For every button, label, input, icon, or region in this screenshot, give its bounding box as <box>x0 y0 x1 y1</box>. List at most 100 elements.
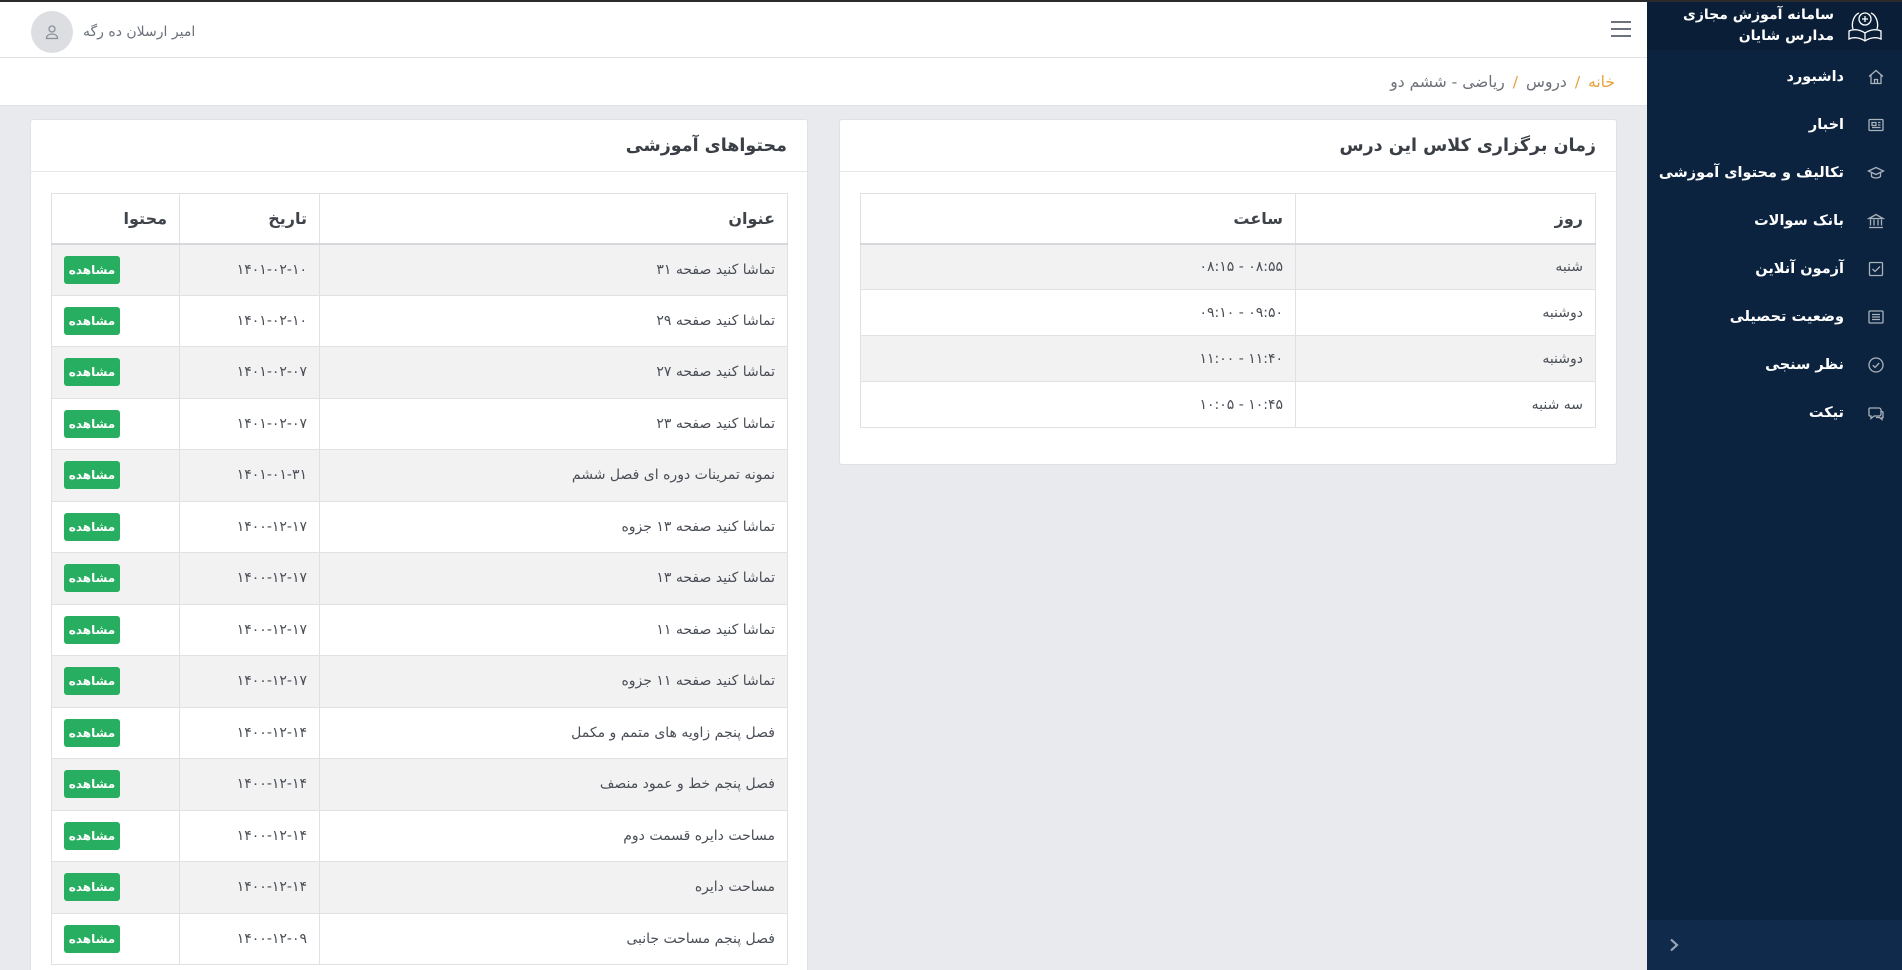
column-header-content: محتوا <box>51 193 180 245</box>
checkbox-icon <box>1866 259 1886 279</box>
breadcrumb-home[interactable]: خانه <box>1588 73 1615 91</box>
content-title-cell: تماشا کنید صفحه ۱۱ <box>319 603 788 656</box>
table-row: دوشنبه ۰۹:۵۰ - ۰۹:۱۰ <box>860 289 1596 336</box>
day-cell: دوشنبه <box>1295 289 1596 336</box>
content-title-cell: مساحت دایره قسمت دوم <box>319 809 788 862</box>
content-action-cell: مشاهده <box>51 861 180 914</box>
content-title-cell: تماشا کنید صفحه ۲۳ <box>319 397 788 450</box>
table-row: تماشا کنید صفحه ۱۱ جزوه ۱۴۰۰-۱۲-۱۷ مشاهده <box>51 655 788 708</box>
content-action-cell: مشاهده <box>51 500 180 553</box>
table-row: فصل پنجم زاویه های متمم و مکمل ۱۴۰۰-۱۲-۱۴… <box>51 706 788 759</box>
content-date-cell: ۱۴۰۰-۱۲-۱۴ <box>179 758 320 811</box>
chevron-right-icon[interactable] <box>1667 937 1681 953</box>
breadcrumb-current: ریاضی - ششم دو <box>1390 72 1505 91</box>
sidebar-item-academic-status[interactable]: وضعیت تحصیلی <box>1647 293 1902 341</box>
view-button[interactable]: مشاهده <box>64 821 120 850</box>
table-row: تماشا کنید صفحه ۲۳ ۱۴۰۱-۰۲-۰۷ مشاهده <box>51 397 788 450</box>
sidebar-menu: داشبورد اخبار تکالیف و محتوای آموزشی بان… <box>1647 50 1902 437</box>
sidebar-item-news[interactable]: اخبار <box>1647 101 1902 149</box>
view-button[interactable]: مشاهده <box>64 512 120 541</box>
content-action-cell: مشاهده <box>51 809 180 862</box>
table-row: سه شنبه ۱۰:۴۵ - ۱۰:۰۵ <box>860 381 1596 428</box>
sidebar-item-online-exam[interactable]: آزمون آنلاین <box>1647 245 1902 293</box>
view-button[interactable]: مشاهده <box>64 615 120 644</box>
table-row: مساحت دایره قسمت دوم ۱۴۰۰-۱۲-۱۴ مشاهده <box>51 809 788 862</box>
view-button[interactable]: مشاهده <box>64 873 120 902</box>
sidebar-item-ticket[interactable]: تیکت <box>1647 389 1902 437</box>
graduation-cap-icon <box>1866 163 1886 183</box>
content-action-cell: مشاهده <box>51 294 180 347</box>
content-date-cell: ۱۴۰۰-۱۲-۱۴ <box>179 809 320 862</box>
user-menu[interactable]: امیر ارسلان ده رگه <box>31 11 195 53</box>
content-date-cell: ۱۴۰۱-۰۲-۱۰ <box>179 243 320 296</box>
content-action-cell: مشاهده <box>51 243 180 296</box>
content-title-cell: تماشا کنید صفحه ۲۷ <box>319 346 788 399</box>
view-button[interactable]: مشاهده <box>64 358 120 387</box>
breadcrumb-courses[interactable]: دروس <box>1526 73 1567 91</box>
content-action-cell: مشاهده <box>51 912 180 965</box>
breadcrumb-separator: / <box>1512 72 1519 91</box>
sidebar-item-label: بانک سوالات <box>1754 213 1844 229</box>
view-button[interactable]: مشاهده <box>64 667 120 696</box>
content-date-cell: ۱۴۰۰-۱۲-۱۷ <box>179 603 320 656</box>
content-date-cell: ۱۴۰۰-۱۲-۱۷ <box>179 655 320 708</box>
time-cell: ۰۹:۵۰ - ۰۹:۱۰ <box>860 289 1296 336</box>
card-title: محتواهای آموزشی <box>31 120 807 172</box>
content-action-cell: مشاهده <box>51 397 180 450</box>
content-date-cell: ۱۴۰۰-۱۲-۱۴ <box>179 706 320 759</box>
bank-icon <box>1866 211 1886 231</box>
sidebar: سامانه آموزش مجازی مدارس شایان داشبورد ا… <box>1647 0 1902 970</box>
sidebar-item-label: اخبار <box>1808 117 1844 133</box>
view-button[interactable]: مشاهده <box>64 564 120 593</box>
sidebar-item-question-bank[interactable]: بانک سوالات <box>1647 197 1902 245</box>
content-action-cell: مشاهده <box>51 346 180 399</box>
content-action-cell: مشاهده <box>51 552 180 605</box>
avatar[interactable] <box>31 11 73 53</box>
brand-title-line1: سامانه آموزش مجازی <box>1683 7 1834 23</box>
table-row: تماشا کنید صفحه ۳۱ ۱۴۰۱-۰۲-۱۰ مشاهده <box>51 243 788 296</box>
top-bar: امیر ارسلان ده رگه <box>0 0 1647 58</box>
content-action-cell: مشاهده <box>51 449 180 502</box>
content-action-cell: مشاهده <box>51 655 180 708</box>
brand[interactable]: سامانه آموزش مجازی مدارس شایان <box>1647 0 1902 50</box>
table-row: تماشا کنید صفحه ۲۹ ۱۴۰۱-۰۲-۱۰ مشاهده <box>51 294 788 347</box>
home-icon <box>1866 67 1886 87</box>
card-title: زمان برگزاری کلاس این درس <box>840 120 1616 172</box>
username[interactable]: امیر ارسلان ده رگه <box>83 24 195 40</box>
view-button[interactable]: مشاهده <box>64 461 120 490</box>
table-row: تماشا کنید صفحه ۱۳ ۱۴۰۰-۱۲-۱۷ مشاهده <box>51 552 788 605</box>
breadcrumb-separator: / <box>1574 72 1581 91</box>
view-button[interactable]: مشاهده <box>64 306 120 335</box>
content-title-cell: تماشا کنید صفحه ۲۹ <box>319 294 788 347</box>
chat-icon <box>1866 403 1886 423</box>
view-button[interactable]: مشاهده <box>64 409 120 438</box>
content-title-cell: نمونه تمرینات دوره ای فصل ششم <box>319 449 788 502</box>
menu-toggle-icon[interactable] <box>1611 21 1631 37</box>
table-row: مساحت دایره ۱۴۰۰-۱۲-۱۴ مشاهده <box>51 861 788 914</box>
sidebar-item-assignments[interactable]: تکالیف و محتوای آموزشی <box>1647 149 1902 197</box>
content-action-cell: مشاهده <box>51 706 180 759</box>
sidebar-item-label: تکالیف و محتوای آموزشی <box>1658 165 1844 181</box>
content-date-cell: ۱۴۰۰-۱۲-۱۷ <box>179 552 320 605</box>
day-cell: شنبه <box>1295 243 1596 290</box>
day-cell: سه شنبه <box>1295 381 1596 428</box>
content-title-cell: تماشا کنید صفحه ۱۳ جزوه <box>319 500 788 553</box>
view-button[interactable]: مشاهده <box>64 255 120 284</box>
column-header-title: عنوان <box>319 193 788 245</box>
view-button[interactable]: مشاهده <box>64 770 120 799</box>
table-row: فصل پنجم خط و عمود منصف ۱۴۰۰-۱۲-۱۴ مشاهده <box>51 758 788 811</box>
content-title-cell: تماشا کنید صفحه ۱۳ <box>319 552 788 605</box>
sidebar-item-survey[interactable]: نظر سنجی <box>1647 341 1902 389</box>
table-row: نمونه تمرینات دوره ای فصل ششم ۱۴۰۱-۰۱-۳۱ م… <box>51 449 788 502</box>
content-action-cell: مشاهده <box>51 758 180 811</box>
sidebar-item-dashboard[interactable]: داشبورد <box>1647 53 1902 101</box>
educational-content-card: محتواهای آموزشی عنوان تاریخ محتوا تماشا … <box>30 119 808 970</box>
content-title-cell: تماشا کنید صفحه ۳۱ <box>319 243 788 296</box>
content-title-cell: فصل پنجم مساحت جانبی <box>319 912 788 965</box>
content-table: عنوان تاریخ محتوا تماشا کنید صفحه ۳۱ ۱۴۰۱… <box>51 193 788 965</box>
view-button[interactable]: مشاهده <box>64 718 120 747</box>
day-cell: دوشنبه <box>1295 335 1596 382</box>
list-icon <box>1866 307 1886 327</box>
view-button[interactable]: مشاهده <box>64 924 120 953</box>
newspaper-icon <box>1866 115 1886 135</box>
